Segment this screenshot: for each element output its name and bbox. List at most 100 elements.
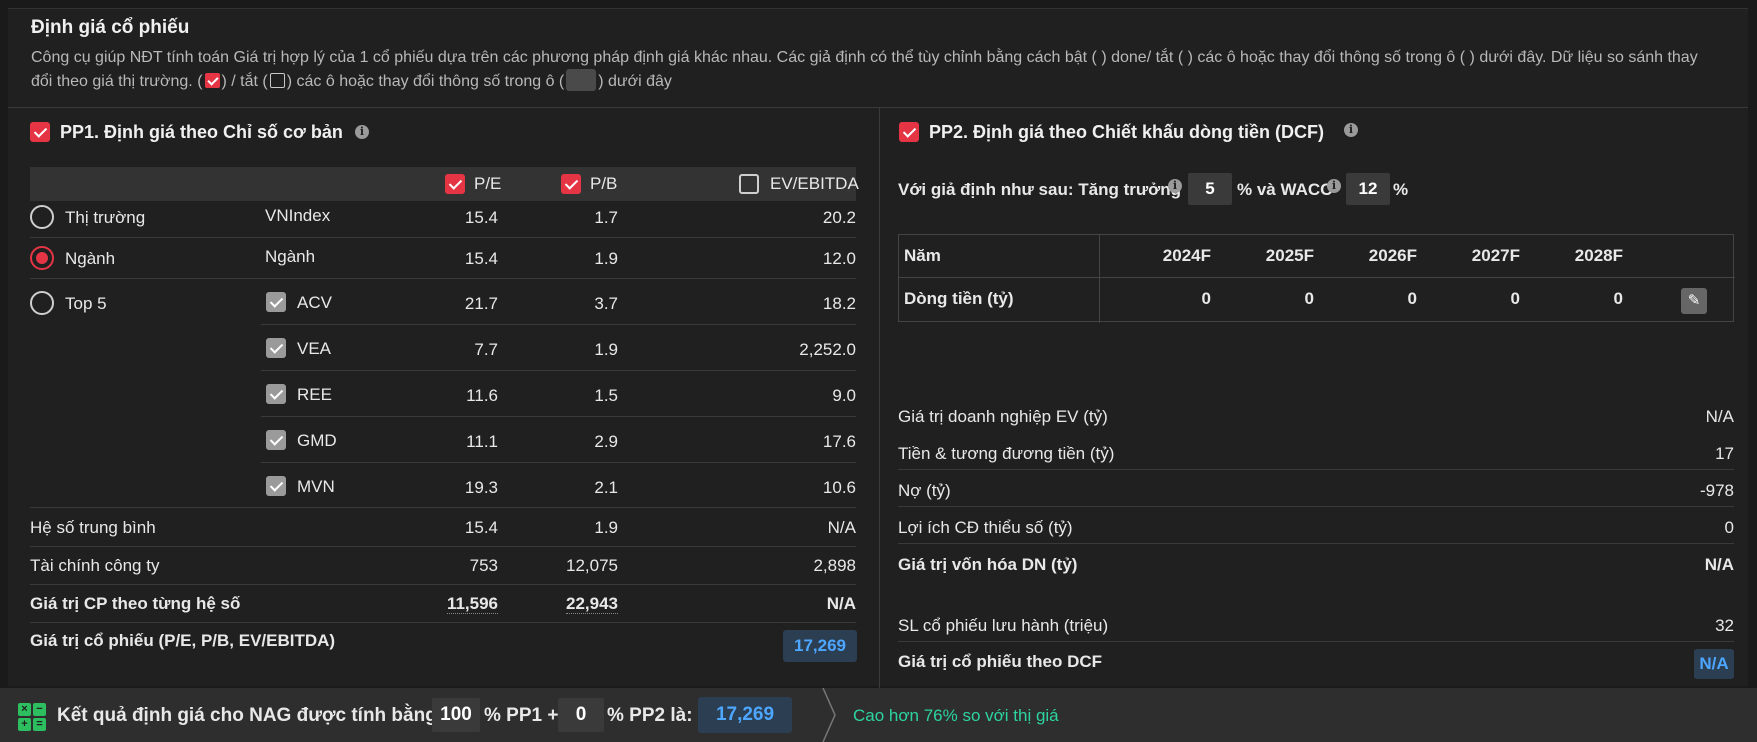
peer-checkbox[interactable] bbox=[266, 430, 286, 450]
peer-checkbox[interactable] bbox=[266, 338, 286, 358]
price-pb: 22,943 bbox=[528, 594, 618, 614]
result-footer: × − + = Kết quả định giá cho NAG được tính… bbox=[0, 688, 1757, 742]
pp1-checkbox[interactable] bbox=[30, 122, 50, 142]
year-col: 2024F bbox=[1162, 246, 1211, 265]
percent-label: % bbox=[1393, 180, 1409, 199]
price-pe: 11,596 bbox=[408, 594, 498, 614]
pb-value: 1.7 bbox=[594, 208, 618, 227]
pp2-title: PP2. Định giá theo Chiết khấu dòng tiền … bbox=[929, 122, 1324, 142]
avg-pe: 15.4 bbox=[464, 518, 498, 537]
pe-value: 21.7 bbox=[464, 294, 498, 313]
ev-value: 17.6 bbox=[822, 432, 856, 451]
divider bbox=[898, 506, 1734, 507]
year-col: 2025F bbox=[1265, 246, 1314, 265]
divider bbox=[261, 370, 856, 371]
avg-label: Hệ số trung bình bbox=[30, 518, 156, 537]
desc-text-2: ) / tắt ( bbox=[221, 73, 268, 90]
debt-label: Nợ (tỷ) bbox=[898, 481, 951, 500]
year-label: Năm bbox=[904, 246, 941, 265]
dcf-table: Năm 2024F 2025F 2026F 2027F 2028F Dòng t… bbox=[898, 234, 1735, 323]
row-name: Ngành bbox=[265, 247, 316, 266]
cashflow-value: 0 bbox=[1407, 289, 1417, 308]
edit-icon[interactable]: ✎ bbox=[1681, 288, 1707, 314]
ev-ebitda-checkbox[interactable] bbox=[739, 174, 759, 194]
calculator-icon: × − + = bbox=[18, 703, 46, 731]
price-pb-value: 22,943 bbox=[566, 594, 618, 614]
price-each-label: Giá trị CP theo từng hệ số bbox=[30, 594, 241, 613]
pe-value: 19.3 bbox=[464, 478, 498, 497]
comparison-note: Cao hơn 76% so với thị giá bbox=[853, 706, 1059, 725]
pe-value: 11.6 bbox=[466, 386, 498, 405]
minority-value: 0 bbox=[1724, 518, 1734, 537]
col-pb: P/B bbox=[590, 174, 618, 193]
group-market: Thị trường bbox=[65, 208, 146, 227]
divider bbox=[30, 622, 856, 623]
divider bbox=[1099, 235, 1100, 323]
row-name: VNIndex bbox=[265, 206, 331, 225]
peer-checkbox[interactable] bbox=[266, 292, 286, 312]
wacc-input[interactable]: 12 bbox=[1346, 173, 1390, 205]
info-icon[interactable]: i bbox=[1168, 179, 1182, 193]
cash-label: Tiền & tương đương tiền (tỷ) bbox=[898, 444, 1115, 463]
fin-pe: 753 bbox=[469, 556, 498, 575]
ev-value: 2,252.0 bbox=[799, 340, 856, 359]
price-ev: N/A bbox=[826, 594, 856, 613]
divider bbox=[261, 324, 856, 325]
avg-pb: 1.9 bbox=[594, 518, 618, 537]
radio-top5[interactable] bbox=[30, 291, 54, 315]
pp2-checkbox[interactable] bbox=[899, 122, 919, 142]
pb-value: 2.1 bbox=[594, 478, 618, 497]
pb-checkbox[interactable] bbox=[561, 174, 581, 194]
year-col: 2028F bbox=[1574, 246, 1623, 265]
divider bbox=[8, 107, 1748, 108]
market-cap-value: N/A bbox=[1704, 555, 1734, 574]
row-name: MVN bbox=[297, 477, 335, 496]
price-pe-value: 11,596 bbox=[446, 594, 498, 614]
cash-value: 17 bbox=[1715, 444, 1734, 463]
footer-text-2: % PP1 + bbox=[484, 705, 559, 726]
market-cap-label: Giá trị vốn hóa DN (tỷ) bbox=[898, 555, 1078, 574]
page-description: Công cụ giúp NĐT tính toán Giá trị hợp l… bbox=[31, 47, 1701, 93]
divider bbox=[899, 277, 1735, 278]
fin-ev: 2,898 bbox=[813, 556, 856, 575]
legend-unchecked-icon bbox=[269, 73, 285, 88]
info-icon[interactable]: i bbox=[355, 125, 369, 139]
ev-label: Giá trị doanh nghiệp EV (tỷ) bbox=[898, 407, 1108, 426]
divider bbox=[30, 278, 856, 279]
legend-input-icon bbox=[566, 69, 597, 91]
pp1-column-header bbox=[30, 167, 856, 201]
page-title: Định giá cổ phiếu bbox=[31, 17, 190, 38]
divider bbox=[898, 641, 1734, 642]
row-name: REE bbox=[297, 385, 332, 404]
info-icon[interactable]: i bbox=[1344, 123, 1358, 137]
ev-value: N/A bbox=[1705, 407, 1734, 426]
pb-value: 2.9 bbox=[594, 432, 618, 451]
ev-value: 12.0 bbox=[822, 249, 856, 268]
radio-market[interactable] bbox=[30, 205, 54, 229]
radio-industry[interactable] bbox=[30, 246, 54, 270]
cashflow-label: Dòng tiền (tỷ) bbox=[904, 289, 1014, 308]
pp1-weight-input[interactable]: 100 bbox=[432, 698, 480, 732]
pp2-weight-input[interactable]: 0 bbox=[558, 698, 604, 732]
debt-value: -978 bbox=[1699, 481, 1734, 500]
peer-checkbox[interactable] bbox=[266, 476, 286, 496]
year-col: 2026F bbox=[1368, 246, 1417, 265]
legend-checked-icon bbox=[204, 73, 220, 88]
dcf-result-value: N/A bbox=[1694, 649, 1734, 679]
pp1-result-value: 17,269 bbox=[783, 630, 857, 662]
valuation-panel: Định giá cổ phiếu Công cụ giúp NĐT tính … bbox=[8, 8, 1748, 688]
pb-value: 3.7 bbox=[594, 294, 618, 313]
row-name: ACV bbox=[297, 293, 332, 312]
divider bbox=[261, 416, 856, 417]
pe-checkbox[interactable] bbox=[445, 174, 465, 194]
final-result-value: 17,269 bbox=[698, 697, 792, 733]
peer-checkbox[interactable] bbox=[266, 384, 286, 404]
row-name: GMD bbox=[297, 431, 337, 450]
col-pe: P/E bbox=[474, 174, 502, 193]
growth-input[interactable]: 5 bbox=[1188, 173, 1232, 205]
info-icon[interactable]: i bbox=[1327, 179, 1341, 193]
pe-value: 7.7 bbox=[474, 340, 498, 359]
wacc-label: % và WACC bbox=[1237, 180, 1333, 199]
cashflow-value: 0 bbox=[1613, 289, 1623, 308]
pe-value: 15.4 bbox=[464, 249, 498, 268]
